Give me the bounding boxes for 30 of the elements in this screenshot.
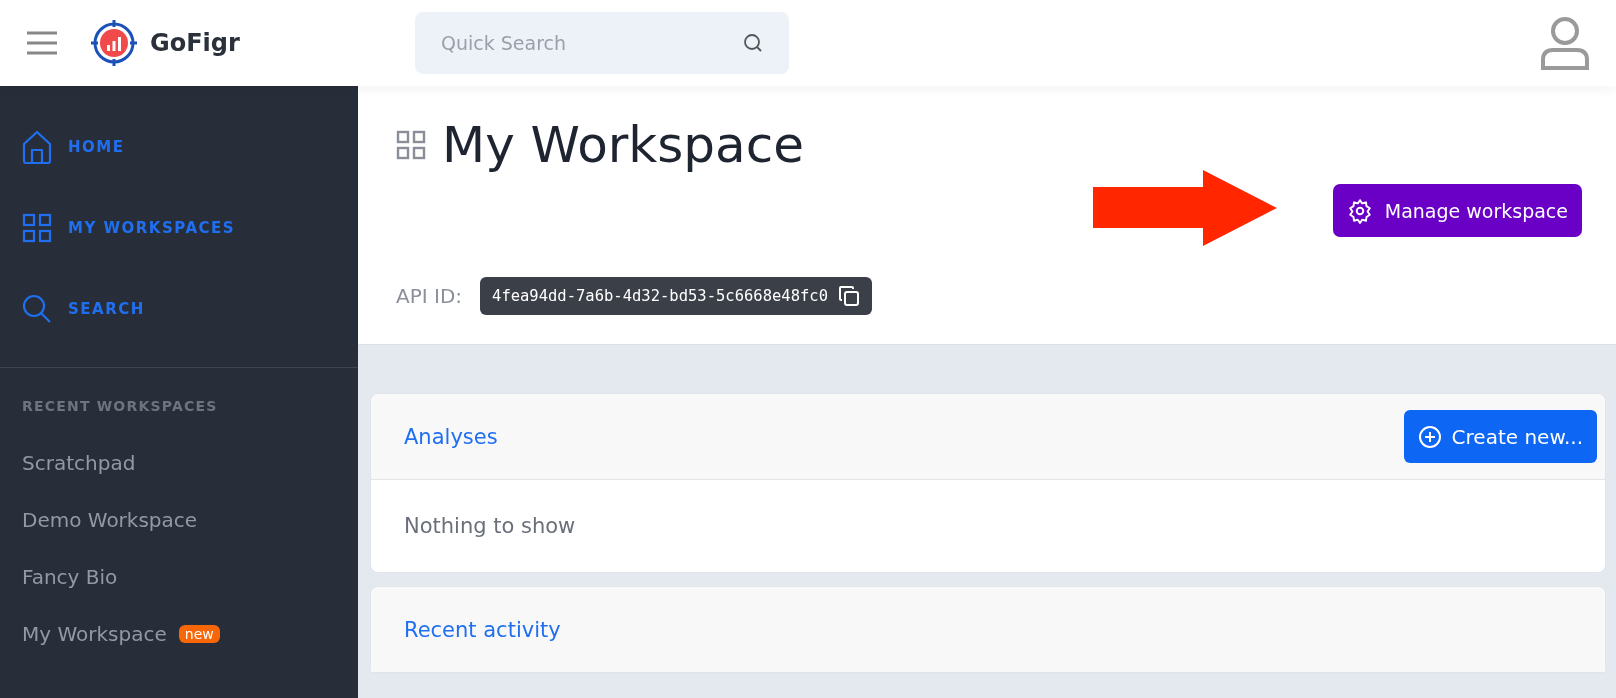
grid-icon bbox=[396, 130, 426, 160]
card-title: Analyses bbox=[404, 424, 498, 449]
logo-text: GoFigr bbox=[150, 29, 240, 57]
nav-link[interactable]: MY WORKSPACES bbox=[0, 187, 358, 268]
grid-icon bbox=[22, 212, 52, 243]
workspace-link[interactable]: Scratchpad bbox=[0, 434, 358, 491]
user-avatar-icon[interactable] bbox=[1540, 16, 1590, 70]
search-icon[interactable] bbox=[743, 33, 763, 53]
page-title: My Workspace bbox=[442, 116, 804, 174]
nav-link[interactable]: HOME bbox=[0, 106, 358, 187]
home-icon bbox=[22, 129, 52, 164]
settings-icon bbox=[1346, 197, 1373, 224]
plus-circle-icon bbox=[1417, 424, 1442, 449]
api-id-value: 4fea94dd-7a6b-4d32-bd53-5c6668e48fc0 bbox=[492, 287, 828, 305]
create-new-button[interactable]: Create new... bbox=[1403, 410, 1597, 463]
empty-message: Nothing to show bbox=[403, 513, 577, 540]
copy-icon[interactable] bbox=[838, 285, 860, 307]
nav-link[interactable]: SEARCH bbox=[0, 268, 358, 349]
search-field[interactable]: Quick Search bbox=[415, 12, 789, 74]
menu-icon[interactable] bbox=[26, 31, 58, 55]
new-badge: new bbox=[178, 624, 220, 643]
api-id-label: API ID: bbox=[396, 284, 463, 308]
logo-icon bbox=[90, 19, 138, 67]
section-heading: RECENT WORKSPACES bbox=[21, 397, 219, 416]
workspace-link[interactable]: Demo Workspace bbox=[0, 491, 358, 548]
card-title: Recent activity bbox=[404, 617, 561, 642]
workspace-link[interactable]: Fancy Bio bbox=[0, 548, 358, 605]
search-icon bbox=[22, 293, 52, 324]
manage-workspace-button[interactable]: Manage workspace bbox=[1332, 184, 1582, 237]
workspace-link[interactable]: My Workspace new bbox=[0, 605, 358, 662]
